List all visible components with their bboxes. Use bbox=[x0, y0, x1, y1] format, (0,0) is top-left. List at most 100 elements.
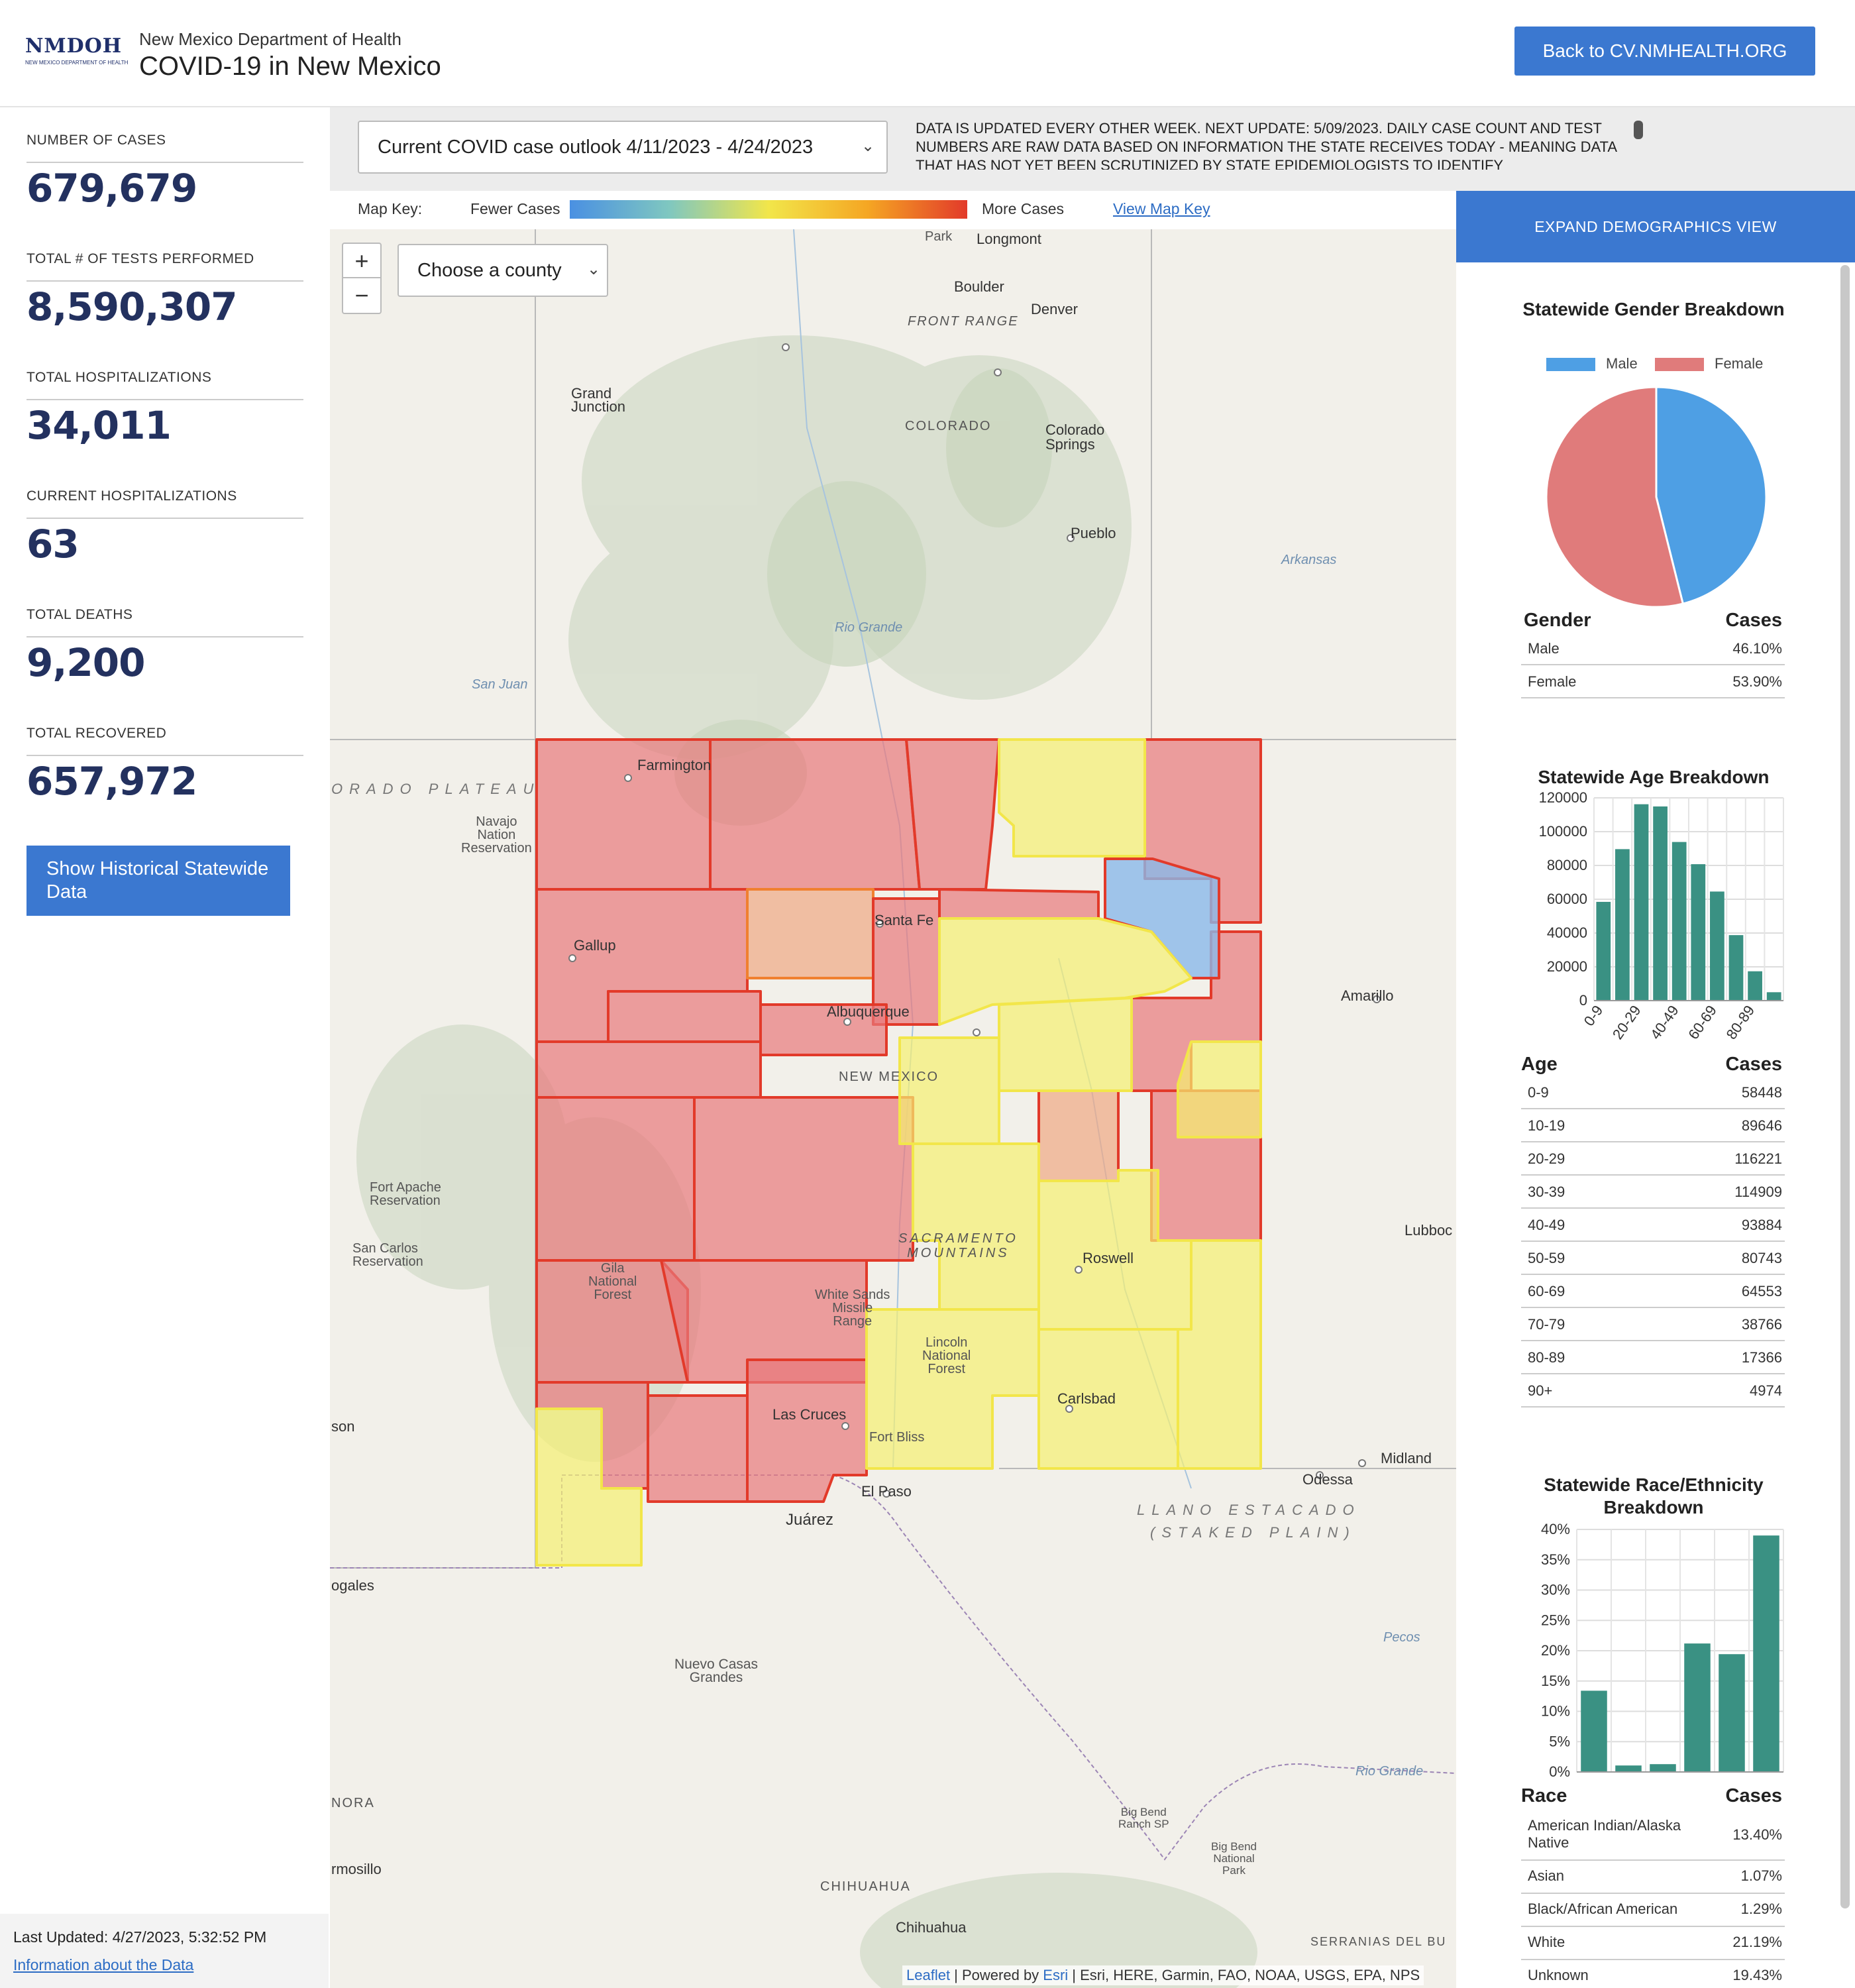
y-tick-label: 60000 bbox=[1547, 891, 1587, 907]
map-label-amarillo: Amarillo bbox=[1341, 987, 1394, 1004]
zoom-out-button[interactable]: − bbox=[342, 277, 382, 314]
race-row-label: American Indian/Alaska Native bbox=[1528, 1817, 1681, 1851]
age-row-value: 4974 bbox=[1750, 1382, 1782, 1399]
race-cases-header: Cases bbox=[1725, 1785, 1782, 1806]
race-row-value: 13.40% bbox=[1732, 1826, 1782, 1843]
map-label-san-carlos: San Carlos Reservation bbox=[352, 1241, 423, 1269]
age-row-value: 116221 bbox=[1734, 1150, 1782, 1167]
y-tick-label: 5% bbox=[1549, 1733, 1570, 1749]
panel-scrollbar[interactable] bbox=[1840, 265, 1850, 1908]
bar bbox=[1684, 1643, 1711, 1772]
stat-value-tests: 8,590,307 bbox=[26, 284, 238, 329]
map-label-nogales: ogales bbox=[331, 1577, 374, 1594]
esri-link[interactable]: Esri bbox=[1043, 1967, 1068, 1983]
map-label-park: Park bbox=[925, 229, 953, 244]
race-row-label: Asian bbox=[1528, 1867, 1565, 1884]
bar bbox=[1710, 891, 1724, 1001]
view-map-key-link[interactable]: View Map Key bbox=[1113, 200, 1210, 218]
map-label-albuquerque: Albuquerque bbox=[827, 1003, 910, 1020]
map-label-denver: Denver bbox=[1031, 301, 1078, 317]
chevron-down-icon: ⌄ bbox=[587, 260, 601, 278]
update-notice: DATA IS UPDATED EVERY OTHER WEEK. NEXT U… bbox=[916, 120, 1616, 170]
age-row-value: 64553 bbox=[1741, 1283, 1782, 1299]
map-label-colorado: COLORADO bbox=[905, 419, 992, 433]
stat-label-hospitalizations: TOTAL HOSPITALIZATIONS bbox=[26, 370, 212, 385]
attribution-sources: | Esri, HERE, Garmin, FAO, NOAA, USGS, E… bbox=[1068, 1967, 1420, 1983]
bar bbox=[1581, 1690, 1607, 1772]
bar bbox=[1671, 842, 1687, 1001]
show-historical-data-button[interactable]: Show Historical Statewide Data bbox=[26, 846, 290, 916]
map-label-juarez: Juárez bbox=[786, 1511, 834, 1529]
row-divider bbox=[1521, 1141, 1785, 1142]
age-row-label: 0-9 bbox=[1528, 1084, 1549, 1101]
map-label-pueblo: Pueblo bbox=[1071, 525, 1116, 541]
sidebar-footer bbox=[0, 1914, 329, 1988]
map-label-gila-forest: Gila National Forest bbox=[588, 1261, 637, 1302]
age-row-label: 10-19 bbox=[1528, 1117, 1565, 1134]
map-label-lincoln-forest: Lincoln National Forest bbox=[922, 1335, 971, 1376]
county-map[interactable] bbox=[330, 229, 1456, 1988]
map-label-rio-grande-south: Rio Grande bbox=[1355, 1764, 1424, 1779]
row-divider bbox=[1521, 1241, 1785, 1242]
nmdoh-logo[interactable]: NMDOH bbox=[25, 34, 122, 58]
y-tick-label: 100000 bbox=[1539, 823, 1587, 840]
stat-value-recovered: 657,972 bbox=[26, 759, 197, 804]
outlook-select[interactable]: Current COVID case outlook 4/11/2023 - 4… bbox=[358, 121, 888, 174]
row-divider bbox=[1521, 1893, 1785, 1894]
map-label-roswell: Roswell bbox=[1083, 1250, 1134, 1266]
department-name: New Mexico Department of Health bbox=[139, 29, 401, 49]
map-label-staked-plain: (STAKED PLAIN) bbox=[1150, 1524, 1356, 1541]
y-tick-label: 25% bbox=[1541, 1612, 1570, 1628]
back-to-site-button[interactable]: Back to CV.NMHEALTH.ORG bbox=[1514, 27, 1815, 76]
bar bbox=[1753, 1535, 1779, 1772]
stat-label-cases: NUMBER OF CASES bbox=[26, 133, 166, 148]
race-row-value: 21.19% bbox=[1732, 1934, 1782, 1950]
gender-row-value: 46.10% bbox=[1732, 640, 1782, 657]
map-label-carlsbad: Carlsbad bbox=[1057, 1390, 1116, 1407]
map-label-grand-junction: Grand Junction bbox=[571, 385, 625, 415]
map-label-longmont: Longmont bbox=[977, 231, 1041, 247]
leaflet-link[interactable]: Leaflet bbox=[906, 1967, 950, 1983]
race-row-value: 1.07% bbox=[1740, 1867, 1782, 1884]
map-label-colorado-springs: Colorado Springs bbox=[1045, 421, 1105, 453]
row-divider bbox=[1521, 1959, 1785, 1960]
basemap bbox=[330, 229, 1456, 1988]
map-label-chihuahua-state: CHIHUAHUA bbox=[820, 1879, 911, 1894]
county-select[interactable]: Choose a county bbox=[398, 244, 608, 297]
map-label-midland: Midland bbox=[1381, 1450, 1432, 1466]
gender-row-label: Male bbox=[1528, 640, 1560, 657]
legend-swatch-male bbox=[1546, 358, 1595, 371]
age-row-value: 114909 bbox=[1734, 1184, 1782, 1200]
map-key-more: More Cases bbox=[982, 200, 1064, 217]
age-row-label: 90+ bbox=[1528, 1382, 1553, 1399]
gender-row-value: 53.90% bbox=[1732, 673, 1782, 690]
y-tick-label: 40000 bbox=[1547, 924, 1587, 941]
map-label-big-bend-park: Big Bend National Park bbox=[1211, 1840, 1257, 1877]
data-info-link[interactable]: Information about the Data bbox=[13, 1956, 193, 1974]
map-label-llano-estacado: LLANO ESTACADO bbox=[1137, 1502, 1361, 1518]
zoom-in-button[interactable]: + bbox=[342, 243, 382, 280]
expand-demographics-button[interactable]: EXPAND DEMOGRAPHICS VIEW bbox=[1456, 191, 1855, 262]
map-label-front-range: FRONT RANGE bbox=[908, 314, 1019, 329]
x-tick-label: 80-89 bbox=[1722, 1003, 1758, 1042]
age-row-label: 60-69 bbox=[1528, 1283, 1565, 1299]
age-row-label: 40-49 bbox=[1528, 1217, 1565, 1233]
age-bar-chart: 1200001000008000060000400002000000-9 20-2… bbox=[1539, 789, 1784, 1042]
row-divider bbox=[1521, 1174, 1785, 1176]
stat-value-hospitalizations: 34,011 bbox=[26, 403, 172, 448]
nmdoh-logo-subtitle: NEW MEXICO DEPARTMENT OF HEALTH bbox=[25, 60, 129, 66]
bar bbox=[1615, 1765, 1642, 1772]
map-label-boulder: Boulder bbox=[954, 278, 1004, 295]
row-divider bbox=[1521, 697, 1785, 698]
map-key-gradient bbox=[570, 200, 967, 219]
notice-scrollbar[interactable] bbox=[1634, 121, 1643, 139]
stat-value-cases: 679,679 bbox=[26, 166, 197, 211]
map-label-arkansas: Arkansas bbox=[1281, 553, 1337, 567]
map-label-san-juan: San Juan bbox=[472, 677, 528, 692]
y-tick-label: 30% bbox=[1541, 1582, 1570, 1598]
row-divider bbox=[1521, 1108, 1785, 1109]
row-divider bbox=[1521, 664, 1785, 665]
bar bbox=[1748, 971, 1762, 1001]
age-col-header: Age bbox=[1521, 1054, 1558, 1075]
map-label-fort-bliss: Fort Bliss bbox=[869, 1430, 925, 1445]
